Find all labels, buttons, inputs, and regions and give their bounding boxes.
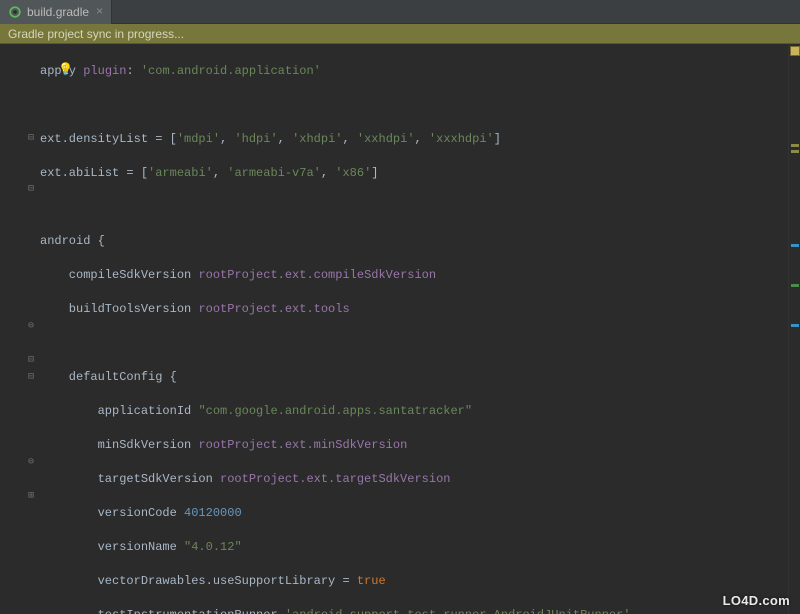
stripe-marker[interactable] <box>791 284 799 287</box>
gradle-file-icon <box>8 5 22 19</box>
stripe-marker[interactable] <box>791 324 799 327</box>
tab-bar: build.gradle × <box>0 0 800 24</box>
watermark: LO4D.com <box>723 593 790 608</box>
close-tab-icon[interactable]: × <box>94 5 105 19</box>
stripe-marker[interactable] <box>791 150 799 153</box>
code-area[interactable]: apply plugin: 'com.android.application' … <box>40 44 788 614</box>
editor-tab[interactable]: build.gradle × <box>0 0 112 24</box>
fold-toggle[interactable]: ⊖ <box>26 458 36 468</box>
fold-toggle[interactable]: ⊟ <box>26 373 36 383</box>
sync-status-bar: Gradle project sync in progress... <box>0 24 800 44</box>
fold-toggle[interactable]: ⊞ <box>26 492 36 502</box>
tab-filename: build.gradle <box>27 5 89 19</box>
stripe-marker[interactable] <box>791 144 799 147</box>
fold-toggle[interactable]: ⊟ <box>26 185 36 195</box>
analysis-status-icon[interactable] <box>790 46 800 56</box>
error-stripe[interactable] <box>788 44 800 614</box>
fold-toggle[interactable]: ⊟ <box>26 356 36 366</box>
code-editor[interactable]: 💡 ⊟ ⊟ ⊖ ⊟ ⊟ ⊖ ⊞ apply plugin: 'com.andro… <box>0 44 800 614</box>
fold-toggle[interactable]: ⊟ <box>26 134 36 144</box>
editor-gutter: 💡 ⊟ ⊟ ⊖ ⊟ ⊟ ⊖ ⊞ <box>0 44 40 614</box>
sync-status-text: Gradle project sync in progress... <box>8 27 184 41</box>
fold-toggle[interactable]: ⊖ <box>26 322 36 332</box>
stripe-marker[interactable] <box>791 244 799 247</box>
